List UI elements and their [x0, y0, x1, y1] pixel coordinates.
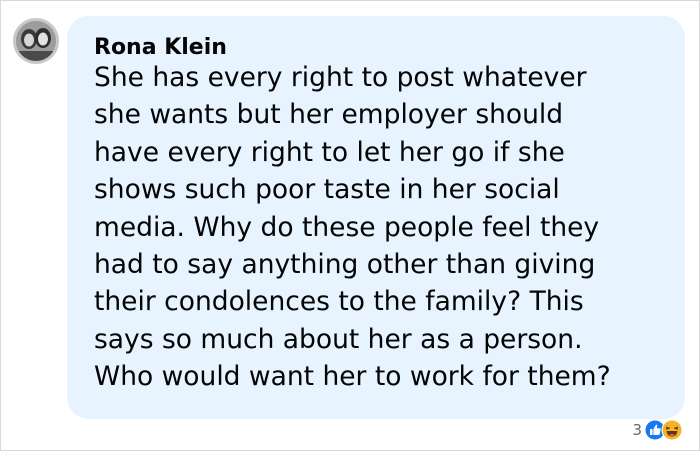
- reaction-summary[interactable]: 3: [632, 418, 683, 442]
- avatar-photo: [16, 21, 56, 61]
- comment-bubble: Rona Klein She has every right to post w…: [67, 16, 685, 419]
- haha-icon: [661, 419, 683, 441]
- comment-card: Rona Klein She has every right to post w…: [0, 0, 700, 451]
- avatar[interactable]: [13, 18, 59, 64]
- comment-author-name[interactable]: Rona Klein: [94, 34, 657, 62]
- reaction-count: 3: [632, 421, 642, 439]
- comment-body-text: She has every right to post whatever she…: [94, 62, 611, 393]
